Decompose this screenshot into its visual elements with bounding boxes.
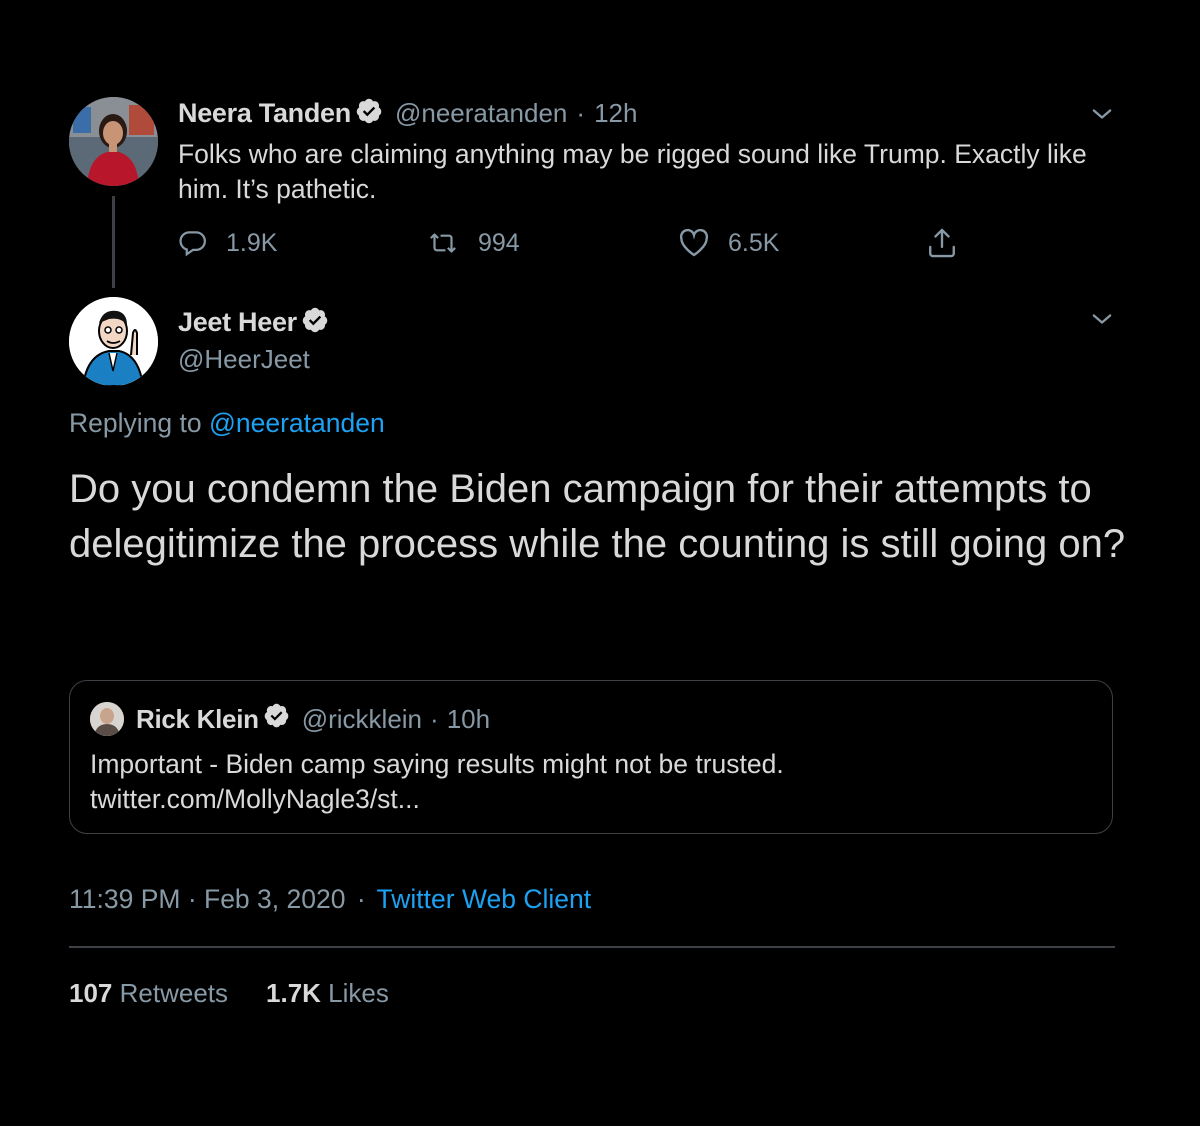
quoted-tweet-card[interactable]: Rick Klein @rickklein · 10h Important - …: [69, 680, 1113, 834]
parent-tweet-header: Neera Tanden @neeratanden · 12h: [178, 97, 637, 130]
retweets-stat[interactable]: 107 Retweets: [69, 978, 228, 1009]
retweet-icon: [430, 233, 456, 253]
parent-tweet-text: Folks who are claiming anything may be r…: [178, 139, 1087, 204]
replying-to-handle-link[interactable]: @neeratanden: [209, 408, 385, 438]
verified-icon: [355, 97, 383, 130]
main-tweet-name-row: Jeet Heer: [178, 306, 329, 339]
like-button[interactable]: 6.5K: [678, 228, 779, 258]
divider: [69, 946, 1115, 948]
tweet-timestamp[interactable]: 11:39 PM · Feb 3, 2020: [69, 884, 345, 914]
parent-author-handle[interactable]: @neeratanden: [395, 98, 567, 129]
likes-stat-count: 1.7K: [266, 978, 321, 1008]
chevron-down-icon[interactable]: [1088, 305, 1116, 333]
retweets-stat-label: Retweets: [119, 978, 229, 1008]
header-separator: ·: [576, 98, 586, 128]
quoted-author-name: Rick Klein: [136, 703, 259, 734]
reply-count: 1.9K: [226, 228, 278, 257]
quoted-separator: ·: [430, 703, 439, 734]
retweets-stat-count: 107: [69, 978, 113, 1008]
quoted-tweet-header: Rick Klein @rickklein · 10h: [136, 702, 490, 736]
meta-separator: ·: [356, 884, 366, 914]
quoted-tweet-link: twitter.com/MollyNagle3/st...: [90, 784, 420, 814]
parent-tweet-time[interactable]: 12h: [594, 98, 637, 129]
like-count: 6.5K: [728, 228, 780, 257]
share-icon: [929, 228, 955, 258]
share-button[interactable]: [926, 226, 976, 260]
replying-to-label: Replying to: [69, 408, 202, 438]
tweet-meta-line: 11:39 PM · Feb 3, 2020 · Twitter Web Cli…: [69, 884, 591, 915]
reply-button[interactable]: 1.9K: [178, 228, 277, 258]
thread-connector-line: [112, 196, 115, 288]
avatar-jeet-heer[interactable]: [69, 297, 158, 386]
verified-icon: [301, 306, 329, 339]
like-icon: [679, 228, 709, 257]
tweet-client-link[interactable]: Twitter Web Client: [377, 884, 592, 914]
retweet-button[interactable]: 994: [426, 228, 520, 258]
verified-icon: [263, 702, 290, 736]
retweet-count: 994: [478, 228, 520, 257]
parent-author-name[interactable]: Neera Tanden: [178, 98, 351, 129]
quoted-tweet-text: Important - Biden camp saying results mi…: [90, 747, 1090, 817]
replying-to-line: Replying to @neeratanden: [69, 408, 385, 439]
quoted-author-handle: @rickklein: [301, 703, 423, 734]
chevron-down-icon[interactable]: [1088, 100, 1116, 128]
likes-stat[interactable]: 1.7K Likes: [266, 978, 389, 1009]
main-author-name[interactable]: Jeet Heer: [178, 307, 297, 338]
quoted-tweet-line-1: Important - Biden camp saying results mi…: [90, 749, 784, 779]
avatar-neera-tanden[interactable]: [69, 97, 158, 186]
quoted-tweet-time: 10h: [446, 703, 491, 734]
main-author-handle[interactable]: @HeerJeet: [178, 344, 310, 375]
avatar-jeet-image: [69, 297, 158, 386]
avatar-neera-image: [69, 97, 158, 186]
likes-stat-label: Likes: [328, 978, 389, 1008]
main-tweet-text: Do you condemn the Biden campaign for th…: [69, 467, 1126, 566]
avatar-rick-klein: [90, 702, 124, 736]
engagement-stats: 107 Retweets 1.7K Likes: [69, 978, 389, 1009]
reply-icon: [179, 231, 206, 257]
